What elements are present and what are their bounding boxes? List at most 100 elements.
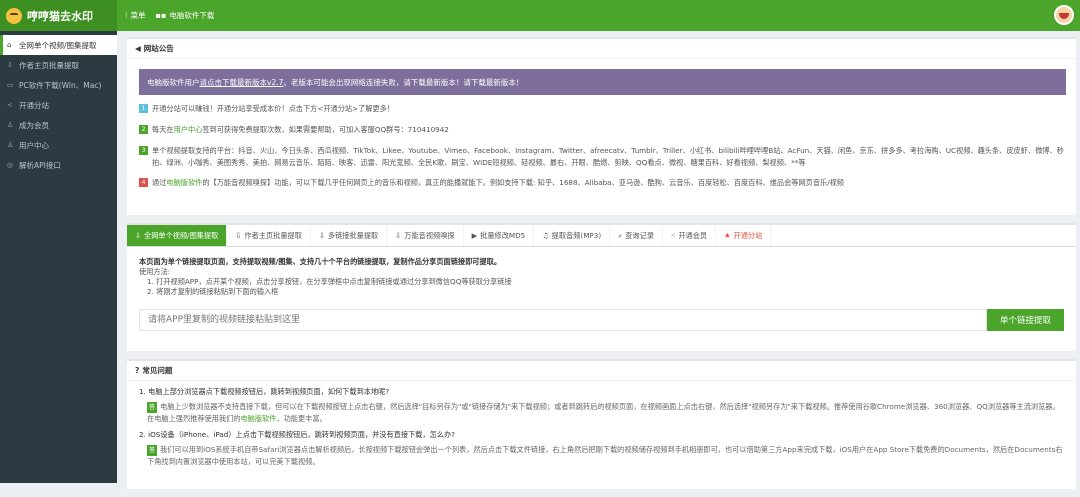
- faq-question-1: 1. 电脑上部分浏览器点下载视频按钮后，跳转到视频页面，如何下载到本地呢?: [139, 387, 390, 396]
- tab-label: 开通会员: [678, 230, 708, 240]
- sidebar-item-label: 全网单个视频/图集提取: [19, 40, 97, 50]
- pc-software-download-label: 电脑软件下载: [169, 11, 215, 20]
- notice-number-badge: 2: [139, 125, 148, 134]
- tab-multi-link[interactable]: ⇩ 多链接批量提取: [311, 225, 388, 246]
- answer-tag: 答: [147, 402, 158, 413]
- extract-panel: 本页面为单个链接提取页面，支持提取视频/图集、支持几十个平台的链接提取，复制作品…: [127, 247, 1076, 341]
- tab-label: 开通分站: [733, 230, 763, 240]
- sidebar-item-label: 用户中心: [19, 140, 49, 150]
- download-icon: ⇩: [395, 231, 402, 240]
- tab-author-batch[interactable]: ⇩ 作者主页批量提取: [227, 225, 311, 246]
- sidebar-item-api[interactable]: ◎ 解析API接口: [0, 155, 117, 175]
- notice-number-badge: 4: [139, 178, 148, 187]
- tab-single-extract[interactable]: ⇩ 全网单个视频/图集提取: [127, 225, 228, 246]
- tab-label: 提取音频(MP3): [551, 230, 602, 240]
- tab-label: 全网单个视频/图集提取: [144, 230, 219, 240]
- notice-box: ◀ 网站公告 电脑版软件用户 请点击下载最新版本v2.7 。老版本可能会出现网络连接失…: [127, 37, 1076, 215]
- notice-banner-suffix: 。老版本可能会出现网络连接失败，请下载最新版本！请下载最新版本！: [283, 77, 524, 87]
- question-icon: ?: [135, 366, 140, 375]
- tab-mp3[interactable]: ♫ 提取音频(MP3): [534, 225, 611, 246]
- extract-headline: 本页面为单个链接提取页面，支持提取视频/图集、支持几十个平台的链接提取，复制作品…: [139, 257, 502, 266]
- usage-label: 使用方法:: [139, 267, 171, 276]
- notice-item: 4 通过电脑版软件的【万能音视频嗅探】功能，可以下载几乎任何网页上的音乐和视频，真…: [139, 177, 1066, 189]
- notice-text: 的【万能音视频嗅探】功能，可以下载几乎任何网页上的音乐和视频，真正的能播就能下。…: [202, 178, 844, 187]
- notice-number-badge: 3: [139, 146, 148, 155]
- notice-item: 2 每天在用户中心签到可获得免费提取次数，如果需要帮助，可加入客服QQ群号：710…: [139, 124, 1066, 136]
- notice-banner: 电脑版软件用户 请点击下载最新版本v2.7 。老版本可能会出现网络连接失败，请下载最…: [139, 69, 1066, 95]
- pc-software-download-link[interactable]: ▪▪ 电脑软件下载: [156, 10, 215, 21]
- thumbs-up-icon: ☝: [670, 231, 676, 240]
- menu-label: 菜单: [130, 11, 146, 20]
- share-icon: ≺: [7, 101, 13, 109]
- app-title: 哼哼猫去水印: [27, 9, 93, 23]
- sidebar-item-label: 解析API接口: [19, 160, 61, 170]
- notice-text: 开通分站可以赚钱！开通分站享受成本价！点击下方<开通分站>了解更多！: [152, 104, 395, 113]
- star-icon: ★: [724, 231, 731, 240]
- sidebar-item-user-center[interactable]: ♙ 用户中心: [0, 135, 117, 155]
- pc-software-link[interactable]: 电脑版软件: [240, 414, 276, 423]
- tab-label: 作者主页批量提取: [244, 230, 302, 240]
- faq-answer-text: ，功能更丰富。: [276, 414, 327, 423]
- notice-item: 3 单个视频提取支持的平台：抖音、火山、今日头条、西瓜视频、TikTok、Like…: [139, 145, 1066, 169]
- faq-question-2: 2. iOS设备（iPhone、iPad）上点击下载视频按钮后，跳转到视频页面，…: [139, 430, 455, 439]
- pc-software-link[interactable]: 电脑版软件: [166, 178, 202, 187]
- api-icon: ◎: [7, 161, 14, 169]
- windows-apple-icon: ▪▪: [155, 11, 167, 20]
- single-extract-button[interactable]: 单个链接提取: [987, 309, 1064, 331]
- faq-answer-text: 我们可以用到iOS系统手机自带Safari浏览器点击解析视频后，长按视频下载按钮…: [147, 445, 1063, 466]
- top-bar: 哼哼猫去水印 ⁝ 菜单 ▪▪ 电脑软件下载: [0, 0, 1080, 31]
- sidebar-item-open-substation[interactable]: ≺ 开通分站: [0, 95, 117, 115]
- notice-banner-prefix: 电脑版软件用户: [147, 77, 200, 87]
- tab-md5[interactable]: ▶ 批量修改MD5: [464, 225, 535, 246]
- notice-item: 1 开通分站可以赚钱！开通分站享受成本价！点击下方<开通分站>了解更多！: [139, 103, 1066, 115]
- notice-text: 通过: [152, 178, 167, 187]
- download-latest-link[interactable]: 请点击下载最新版本v2.7: [200, 77, 284, 88]
- menu-icon: ⁝: [125, 11, 128, 20]
- tab-sniffer[interactable]: ⇩ 万能音视频嗅探: [387, 225, 464, 246]
- faq-title: 常见问题: [142, 366, 173, 375]
- music-icon: ♫: [542, 231, 549, 240]
- sidebar-item-label: 成为会员: [19, 120, 49, 130]
- usage-step-1: 1. 打开视频APP，点开某个视频，点击分享按钮，在分享弹框中点击复制链接或通过…: [147, 277, 512, 286]
- faq-header: ? 常见问题: [127, 361, 1076, 381]
- megaphone-icon: ◀: [135, 44, 141, 53]
- notice-text: 单个视频提取支持的平台：抖音、火山、今日头条、西瓜视频、TikTok、Likee…: [152, 146, 1064, 167]
- tab-label: 查询记录: [625, 230, 654, 240]
- user-icon: ♙: [7, 121, 14, 129]
- desktop-icon: ▭: [7, 81, 14, 89]
- video-link-input[interactable]: [139, 309, 987, 331]
- tab-records[interactable]: ⌕ 查询记录: [610, 225, 663, 246]
- link-input-row: 单个链接提取: [139, 309, 1064, 331]
- tab-membership[interactable]: ☝ 开通会员: [663, 225, 717, 246]
- notice-text: 签到可获得免费提取次数，如果需要帮助，可加入客服QQ群号：710410942: [202, 125, 449, 134]
- sidebar-item-author-batch[interactable]: ⇩ 作者主页批量提取: [0, 55, 117, 75]
- sidebar-item-label: 作者主页批量提取: [19, 60, 79, 70]
- faq-answer-2: 答我们可以用到iOS系统手机自带Safari浏览器点击解析视频后，长按视频下载按…: [147, 444, 1064, 467]
- tab-substation[interactable]: ★ 开通分站: [716, 225, 772, 246]
- download-icon: ⇩: [135, 231, 142, 240]
- notice-text: 每天在: [152, 125, 174, 134]
- app-logo[interactable]: 哼哼猫去水印: [0, 0, 117, 31]
- faq-answer-1: 答电脑上少数浏览器不支持直接下载，但可以在下载视频按钮上点击右键，然后选择"目标…: [147, 401, 1064, 424]
- sidebar-item-membership[interactable]: ♙ 成为会员: [0, 115, 117, 135]
- menu-button[interactable]: ⁝ 菜单: [125, 10, 146, 21]
- usage-step-2: 2. 将刚才复制的链接粘贴到下面的输入框: [147, 287, 279, 296]
- download-icon: ⇩: [7, 61, 13, 69]
- video-icon: ▶: [471, 231, 478, 240]
- extract-box: ⇩ 全网单个视频/图集提取 ⇩ 作者主页批量提取 ⇩ 多链接批量提取 ⇩ 万能音视频嗅探…: [127, 223, 1076, 351]
- main-content: ◀ 网站公告 电脑版软件用户 请点击下载最新版本v2.7 。老版本可能会出现网络连接失…: [127, 37, 1076, 497]
- notice-title: 网站公告: [143, 44, 174, 53]
- sidebar-item-pc-download[interactable]: ▭ PC软件下载(Win、Mac): [0, 75, 117, 95]
- top-nav: ⁝ 菜单 ▪▪ 电脑软件下载: [125, 10, 224, 21]
- sidebar-item-single-extract[interactable]: ⌂ 全网单个视频/图集提取: [0, 35, 117, 55]
- cat-logo-icon: [6, 7, 22, 24]
- notice-header: ◀ 网站公告: [127, 39, 1076, 59]
- user-center-link[interactable]: 用户中心: [174, 125, 203, 134]
- download-icon: ⇩: [318, 231, 325, 240]
- tab-label: 万能音视频嗅探: [404, 230, 455, 240]
- sidebar-item-label: 开通分站: [19, 100, 49, 110]
- download-icon: ⇩: [235, 231, 242, 240]
- tab-bar: ⇩ 全网单个视频/图集提取 ⇩ 作者主页批量提取 ⇩ 多链接批量提取 ⇩ 万能音视频嗅探…: [127, 225, 1076, 247]
- user-avatar[interactable]: [1054, 5, 1074, 25]
- search-icon: ⌕: [618, 230, 623, 240]
